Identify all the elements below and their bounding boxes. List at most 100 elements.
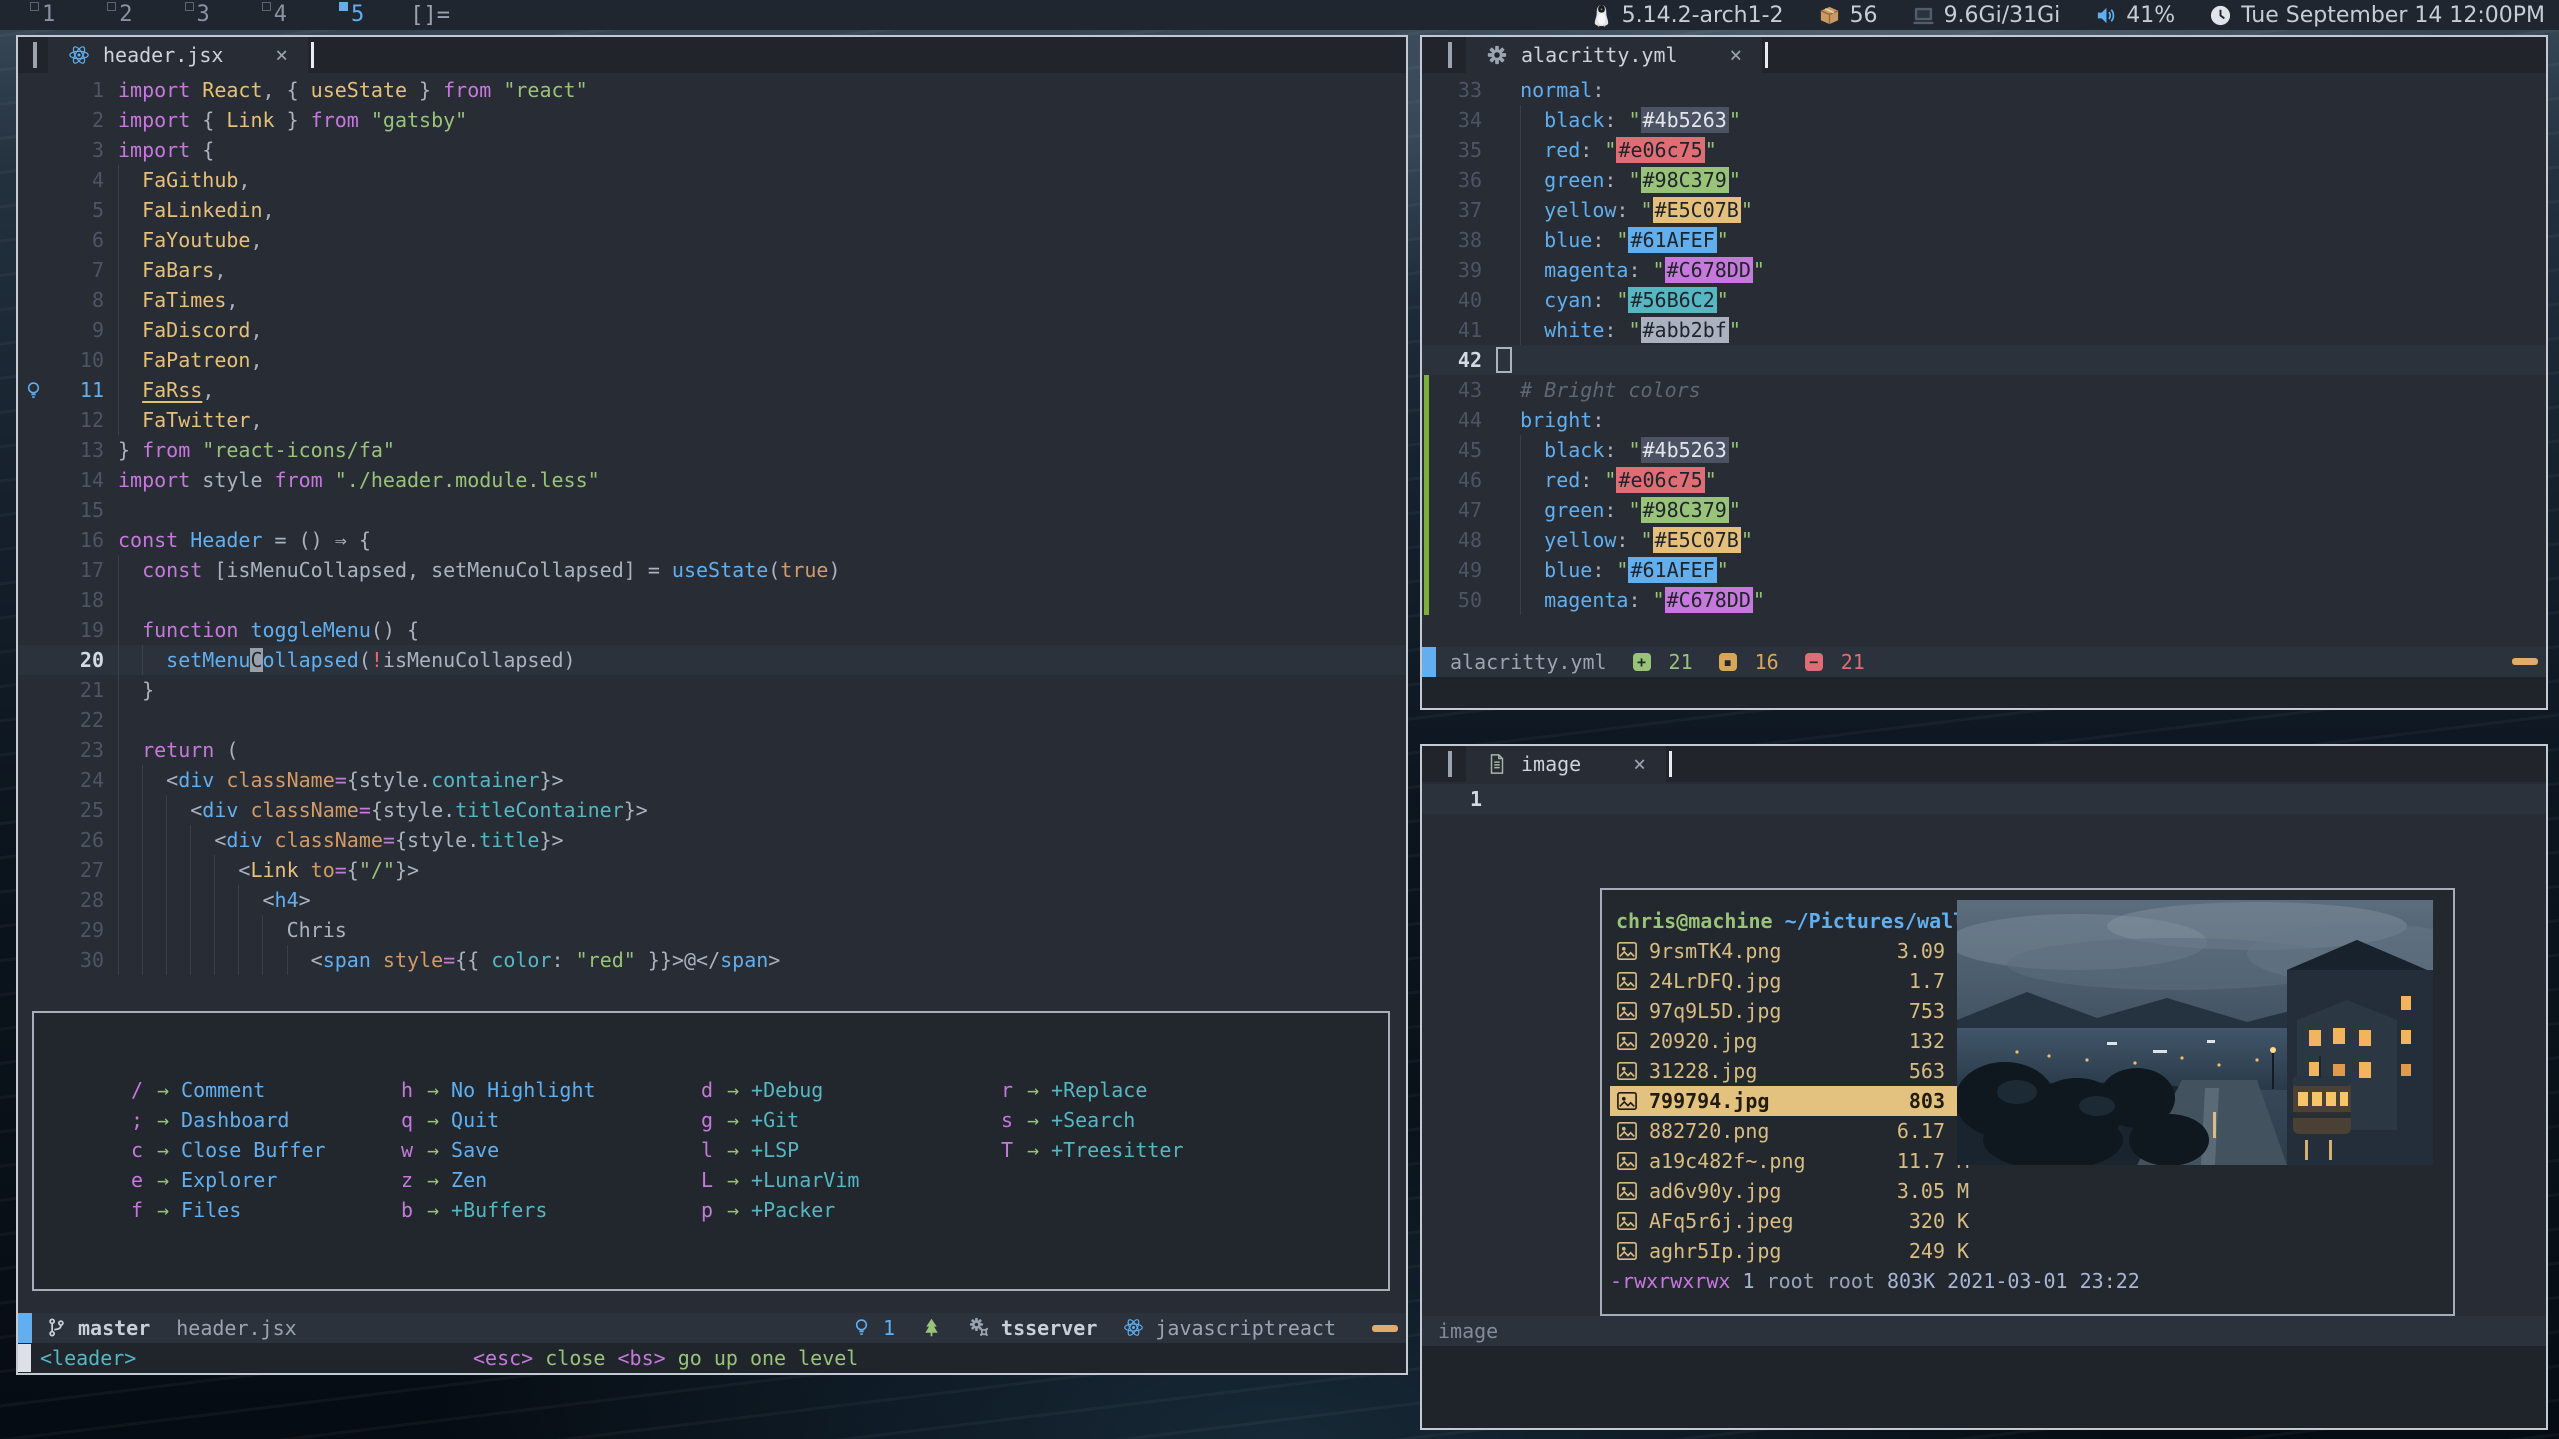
code-area[interactable]: 1: [1422, 782, 2546, 814]
file-row-9rsmTK4.png[interactable]: 9rsmTK4.png3.09M: [1610, 936, 1978, 966]
code-line-13[interactable]: 13} from "react-icons/fa": [18, 435, 1406, 465]
code-line-41[interactable]: 41 white: "#abb2bf": [1422, 315, 2546, 345]
file-row-799794.jpg[interactable]: 799794.jpg803K: [1610, 1086, 1978, 1116]
bar-status-item: 5.14.2-arch1-2: [1590, 3, 1784, 28]
code-line-6[interactable]: 6 FaYoutube,: [18, 225, 1406, 255]
code-line-14[interactable]: 14import style from "./header.module.les…: [18, 465, 1406, 495]
file-row-AFq5r6j.jpeg[interactable]: AFq5r6j.jpeg320K: [1610, 1206, 1978, 1236]
close-icon[interactable]: ×: [1633, 752, 1646, 776]
layout-indicator[interactable]: []=: [410, 3, 450, 28]
line-number: 23: [48, 735, 104, 765]
whichkey-column: /→Comment;→Dashboardc→Close Buffere→Expl…: [129, 1075, 326, 1225]
code-line-4[interactable]: 4 FaGithub,: [18, 165, 1406, 195]
code-line-44[interactable]: 44 bright:: [1422, 405, 2546, 435]
cmdline[interactable]: <leader> <esc> close <bs> go up one leve…: [18, 1343, 1406, 1373]
workspace-2[interactable]: 2: [107, 0, 132, 30]
whichkey-binding--lsp: l→+LSP: [699, 1135, 859, 1165]
indent-guide: [142, 855, 143, 885]
code-line-29[interactable]: 29 Chris: [18, 915, 1406, 945]
code-line-3[interactable]: 3import {: [18, 135, 1406, 165]
code-line-30[interactable]: 30 <span style={{ color: "red" }}>@</spa…: [18, 945, 1406, 975]
code-text: function toggleMenu() {: [118, 615, 1406, 645]
code-line-34[interactable]: 34 black: "#4b5263": [1422, 105, 2546, 135]
file-row-a19c482f~.png[interactable]: a19c482f~.png11.7M: [1610, 1146, 1978, 1176]
indent-guide: [1520, 135, 1521, 165]
arrow-icon: →: [427, 1075, 439, 1105]
code-line-22[interactable]: 22: [18, 705, 1406, 735]
workspace-3[interactable]: 3: [185, 0, 210, 30]
code-line-23[interactable]: 23 return (: [18, 735, 1406, 765]
code-line-8[interactable]: 8 FaTimes,: [18, 285, 1406, 315]
image-file-icon: [1616, 1031, 1638, 1051]
scroll-progress-marker: [2512, 658, 2538, 665]
code-line-12[interactable]: 12 FaTwitter,: [18, 405, 1406, 435]
indent-guide: [1520, 285, 1521, 315]
code-line-49[interactable]: 49 blue: "#61AFEF": [1422, 555, 2546, 585]
code-line-43[interactable]: 43 # Bright colors: [1422, 375, 2546, 405]
code-line-18[interactable]: 18: [18, 585, 1406, 615]
gutter-padding: [104, 915, 118, 945]
hollow-cursor: [1496, 347, 1512, 373]
code-line-1[interactable]: 1: [1422, 784, 2546, 814]
gutter-padding: [1482, 495, 1496, 525]
code-line-24[interactable]: 24 <div className={style.container}>: [18, 765, 1406, 795]
code-line-10[interactable]: 10 FaPatreon,: [18, 345, 1406, 375]
gutter-padding: [104, 765, 118, 795]
code-line-26[interactable]: 26 <div className={style.title}>: [18, 825, 1406, 855]
code-area[interactable]: 33 normal:34 black: "#4b5263"35 red: "#e…: [1422, 73, 2546, 647]
code-line-25[interactable]: 25 <div className={style.titleContainer}…: [18, 795, 1406, 825]
code-line-19[interactable]: 19 function toggleMenu() {: [18, 615, 1406, 645]
code-line-20[interactable]: 20 setMenuCollapsed(!isMenuCollapsed): [18, 645, 1406, 675]
code-line-11[interactable]: 11 FaRss,: [18, 375, 1406, 405]
code-line-35[interactable]: 35 red: "#e06c75": [1422, 135, 2546, 165]
code-line-16[interactable]: 16const Header = () ⇒ {: [18, 525, 1406, 555]
code-line-40[interactable]: 40 cyan: "#56B6C2": [1422, 285, 2546, 315]
file-row-24LrDFQ.jpg[interactable]: 24LrDFQ.jpg1.7M: [1610, 966, 1978, 996]
code-line-7[interactable]: 7 FaBars,: [18, 255, 1406, 285]
close-icon[interactable]: ×: [1730, 43, 1743, 67]
tab-image[interactable]: image ×: [1466, 746, 1666, 782]
file-row-882720.png[interactable]: 882720.png6.17M: [1610, 1116, 1978, 1146]
code-line-28[interactable]: 28 <h4>: [18, 885, 1406, 915]
workspace-5[interactable]: 5: [339, 0, 364, 30]
code-line-33[interactable]: 33 normal:: [1422, 75, 2546, 105]
tab-alacritty-yml[interactable]: alacritty.yml ×: [1466, 37, 1762, 73]
code-line-50[interactable]: 50 magenta: "#C678DD": [1422, 585, 2546, 615]
file-row-aghr5Ip.jpg[interactable]: aghr5Ip.jpg249K: [1610, 1236, 1978, 1266]
whichkey-binding-files: f→Files: [129, 1195, 326, 1225]
gitsigns-added-bar: [1424, 465, 1429, 495]
code-line-1[interactable]: 1import React, { useState } from "react": [18, 75, 1406, 105]
line-number: 1: [48, 75, 104, 105]
file-row-31228.jpg[interactable]: 31228.jpg563K: [1610, 1056, 1978, 1086]
tab-header-jsx[interactable]: header.jsx ×: [48, 37, 308, 73]
close-icon[interactable]: ×: [275, 43, 288, 67]
code-line-47[interactable]: 47 green: "#98C379": [1422, 495, 2546, 525]
code-line-45[interactable]: 45 black: "#4b5263": [1422, 435, 2546, 465]
code-line-48[interactable]: 48 yellow: "#E5C07B": [1422, 525, 2546, 555]
gutter-padding: [104, 165, 118, 195]
workspace-1[interactable]: 1: [30, 0, 55, 30]
code-line-9[interactable]: 9 FaDiscord,: [18, 315, 1406, 345]
file-row-ad6v90y.jpg[interactable]: ad6v90y.jpg3.05M: [1610, 1176, 1978, 1206]
buffer-area[interactable]: 1 chris@machine ~/Pictures/wallpapers/79…: [1422, 782, 2546, 1316]
file-row-20920.jpg[interactable]: 20920.jpg132K: [1610, 1026, 1978, 1056]
code-line-36[interactable]: 36 green: "#98C379": [1422, 165, 2546, 195]
indent-guide: [118, 855, 119, 885]
code-text: blue: "#61AFEF": [1496, 555, 2546, 585]
code-line-21[interactable]: 21 }: [18, 675, 1406, 705]
code-line-37[interactable]: 37 yellow: "#E5C07B": [1422, 195, 2546, 225]
code-line-39[interactable]: 39 magenta: "#C678DD": [1422, 255, 2546, 285]
code-line-42[interactable]: 42: [1422, 345, 2546, 375]
workspace-4[interactable]: 4: [262, 0, 287, 30]
indent-guide: [166, 825, 167, 855]
code-line-5[interactable]: 5 FaLinkedin,: [18, 195, 1406, 225]
code-line-2[interactable]: 2import { Link } from "gatsby": [18, 105, 1406, 135]
code-line-15[interactable]: 15: [18, 495, 1406, 525]
indent-guide: [142, 765, 143, 795]
code-line-46[interactable]: 46 red: "#e06c75": [1422, 465, 2546, 495]
code-line-38[interactable]: 38 blue: "#61AFEF": [1422, 225, 2546, 255]
code-line-27[interactable]: 27 <Link to={"/"}>: [18, 855, 1406, 885]
file-row-97q9L5D.jpg[interactable]: 97q9L5D.jpg753K: [1610, 996, 1978, 1026]
code-line-17[interactable]: 17 const [isMenuCollapsed, setMenuCollap…: [18, 555, 1406, 585]
indent-guide: [214, 915, 215, 945]
